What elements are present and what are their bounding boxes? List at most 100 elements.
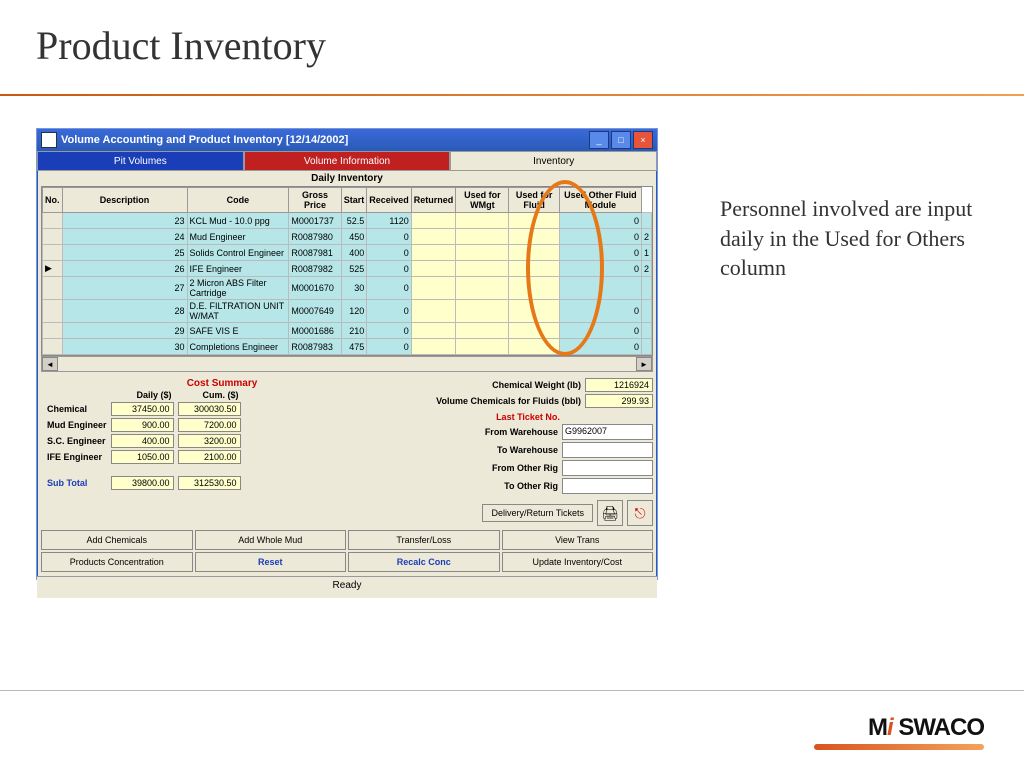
from-warehouse-value[interactable]: G9962007 (562, 424, 653, 440)
col-header[interactable]: Start (341, 188, 367, 213)
cell[interactable]: 27 (62, 277, 187, 300)
cell[interactable] (411, 245, 456, 261)
add-chemicals-button[interactable]: Add Chemicals (41, 530, 193, 550)
cell[interactable] (641, 277, 651, 300)
cell[interactable] (509, 339, 559, 355)
print-icon[interactable]: 🖨 (597, 500, 623, 526)
cell[interactable]: SAFE VIS E (187, 323, 289, 339)
cell[interactable]: 400 (341, 245, 367, 261)
cell[interactable] (43, 229, 63, 245)
col-header[interactable]: No. (43, 188, 63, 213)
cell[interactable]: 0 (559, 213, 641, 229)
to-warehouse-value[interactable] (562, 442, 653, 458)
cell[interactable] (456, 213, 509, 229)
cell[interactable]: 0 (559, 229, 641, 245)
cell[interactable] (509, 277, 559, 300)
col-header[interactable]: Code (187, 188, 289, 213)
close-button[interactable]: × (633, 131, 653, 149)
cell[interactable] (43, 339, 63, 355)
cell[interactable] (509, 261, 559, 277)
products-concentration-button[interactable]: Products Concentration (41, 552, 193, 572)
cell[interactable]: IFE Engineer (187, 261, 289, 277)
table-row[interactable]: 28D.E. FILTRATION UNIT W/MATM00076491200… (43, 300, 652, 323)
add-whole-mud-button[interactable]: Add Whole Mud (195, 530, 347, 550)
cell[interactable] (641, 339, 651, 355)
delivery-return-button[interactable]: Delivery/Return Tickets (482, 504, 593, 522)
cell[interactable]: 0 (559, 339, 641, 355)
cell[interactable]: KCL Mud - 10.0 ppg (187, 213, 289, 229)
cell[interactable] (43, 277, 63, 300)
cell[interactable]: R0087982 (289, 261, 341, 277)
cell[interactable]: R0087981 (289, 245, 341, 261)
cell[interactable] (559, 277, 641, 300)
scroll-left-button[interactable]: ◄ (42, 357, 58, 371)
cell[interactable] (43, 213, 63, 229)
table-row[interactable]: ▶26IFE EngineerR0087982525002 (43, 261, 652, 277)
update-inventory-button[interactable]: Update Inventory/Cost (502, 552, 654, 572)
reset-button[interactable]: Reset (195, 552, 347, 572)
cell[interactable]: 0 (367, 229, 412, 245)
cell[interactable] (411, 339, 456, 355)
table-row[interactable]: 24Mud EngineerR0087980450002 (43, 229, 652, 245)
cell[interactable] (456, 339, 509, 355)
cell[interactable]: 0 (559, 323, 641, 339)
cell[interactable]: 0 (367, 245, 412, 261)
cell[interactable] (43, 323, 63, 339)
cell[interactable]: M0001670 (289, 277, 341, 300)
cell[interactable]: 0 (559, 261, 641, 277)
cell[interactable] (411, 323, 456, 339)
cell[interactable]: 1120 (367, 213, 412, 229)
cell[interactable] (509, 229, 559, 245)
col-header[interactable]: Used for WMgt (456, 188, 509, 213)
cell[interactable]: 30 (62, 339, 187, 355)
cell[interactable]: ▶ (43, 261, 63, 277)
window-titlebar[interactable]: Volume Accounting and Product Inventory … (37, 129, 657, 151)
cell[interactable] (456, 261, 509, 277)
scroll-right-button[interactable]: ► (636, 357, 652, 371)
cell[interactable]: 0 (367, 323, 412, 339)
cell[interactable] (509, 213, 559, 229)
col-header[interactable]: Description (62, 188, 187, 213)
transfer-loss-button[interactable]: Transfer/Loss (348, 530, 500, 550)
recalc-conc-button[interactable]: Recalc Conc (348, 552, 500, 572)
cell[interactable]: 0 (367, 339, 412, 355)
cell[interactable] (411, 213, 456, 229)
table-row[interactable]: 30Completions EngineerR008798347500 (43, 339, 652, 355)
to-rig-value[interactable] (562, 478, 653, 494)
table-row[interactable]: 272 Micron ABS Filter CartridgeM00016703… (43, 277, 652, 300)
inventory-table[interactable]: No.DescriptionCodeGross PriceStartReceiv… (41, 186, 653, 356)
cell[interactable]: M0001737 (289, 213, 341, 229)
cell[interactable]: M0007649 (289, 300, 341, 323)
cell[interactable]: 210 (341, 323, 367, 339)
cell[interactable] (411, 229, 456, 245)
cell[interactable] (456, 277, 509, 300)
col-header[interactable]: Used for Fluid (509, 188, 559, 213)
table-row[interactable]: 29SAFE VIS EM000168621000 (43, 323, 652, 339)
cell[interactable]: 24 (62, 229, 187, 245)
cell[interactable] (509, 300, 559, 323)
cell[interactable]: 2 (641, 261, 651, 277)
cell[interactable]: 26 (62, 261, 187, 277)
table-row[interactable]: 23KCL Mud - 10.0 ppgM000173752.51120 0 (43, 213, 652, 229)
cell[interactable]: R0087983 (289, 339, 341, 355)
cell[interactable]: 0 (367, 300, 412, 323)
cell[interactable] (411, 300, 456, 323)
cell[interactable]: 23 (62, 213, 187, 229)
cell[interactable]: Completions Engineer (187, 339, 289, 355)
cell[interactable]: Mud Engineer (187, 229, 289, 245)
cell[interactable]: 28 (62, 300, 187, 323)
maximize-button[interactable]: □ (611, 131, 631, 149)
tab-pit-volumes[interactable]: Pit Volumes (37, 151, 244, 171)
cell[interactable] (456, 229, 509, 245)
cell[interactable]: 2 (641, 229, 651, 245)
cell[interactable]: 2 Micron ABS Filter Cartridge (187, 277, 289, 300)
tab-volume-information[interactable]: Volume Information (244, 151, 451, 171)
cell[interactable] (456, 245, 509, 261)
col-header[interactable]: Gross Price (289, 188, 341, 213)
cell[interactable] (641, 300, 651, 323)
cell[interactable]: Solids Control Engineer (187, 245, 289, 261)
view-trans-button[interactable]: View Trans (502, 530, 654, 550)
cell[interactable]: 52.5 (341, 213, 367, 229)
cell[interactable]: 0 (367, 277, 412, 300)
cell[interactable]: 475 (341, 339, 367, 355)
